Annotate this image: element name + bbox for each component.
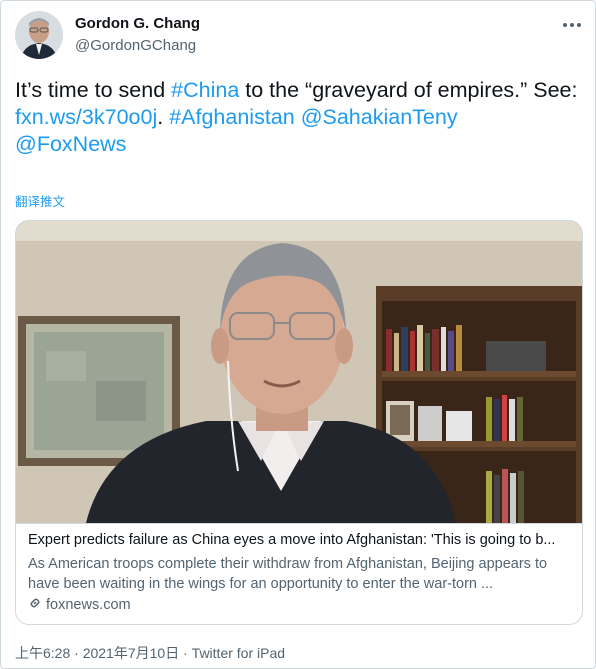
card-description: As American troops complete their withdr…	[28, 556, 548, 592]
tweet-text-part: It’s time to send	[15, 78, 172, 102]
mention-sahakianteny[interactable]: @SahakianTeny	[301, 105, 458, 129]
mention-foxnews[interactable]: @FoxNews	[15, 132, 126, 156]
card-image[interactable]	[16, 221, 582, 523]
card-title[interactable]: Expert predicts failure as China eyes a …	[28, 532, 570, 548]
author-name[interactable]: Gordon G. Chang	[75, 15, 200, 32]
link-icon	[28, 596, 42, 614]
tweet-source[interactable]: Twitter for iPad	[192, 645, 285, 661]
avatar-photo	[15, 11, 63, 59]
author-handle[interactable]: @GordonGChang	[75, 37, 196, 54]
translate-tweet-link[interactable]: 翻译推文	[15, 191, 65, 210]
link-preview-card[interactable]: Expert predicts failure as China eyes a …	[15, 220, 583, 625]
meta-separator: ·	[179, 645, 192, 661]
more-icon[interactable]	[557, 15, 587, 35]
card-domain[interactable]: foxnews.com	[28, 596, 131, 614]
tweet-text: It’s time to send #China to the “graveya…	[15, 77, 583, 158]
avatar[interactable]	[15, 11, 63, 59]
tweet-card: Gordon G. Chang @GordonGChang It’s time …	[0, 0, 596, 669]
tweet-meta: 上午6:28 · 2021年7月10日 · Twitter for iPad	[15, 643, 285, 663]
tweet-date[interactable]: 2021年7月10日	[83, 645, 180, 661]
tweet-text-part: to the “graveyard of empires.” See:	[239, 78, 578, 102]
card-body[interactable]: Expert predicts failure as China eyes a …	[16, 523, 582, 624]
card-domain-text: foxnews.com	[46, 597, 131, 613]
tweet-time[interactable]: 上午6:28	[15, 645, 70, 661]
hashtag-afghanistan[interactable]: #Afghanistan	[169, 105, 295, 129]
tweet-link[interactable]: fxn.ws/3k70o0j	[15, 105, 157, 129]
tweet-text-dot: .	[157, 105, 164, 129]
meta-separator: ·	[70, 645, 83, 661]
hashtag-china[interactable]: #China	[171, 78, 239, 102]
